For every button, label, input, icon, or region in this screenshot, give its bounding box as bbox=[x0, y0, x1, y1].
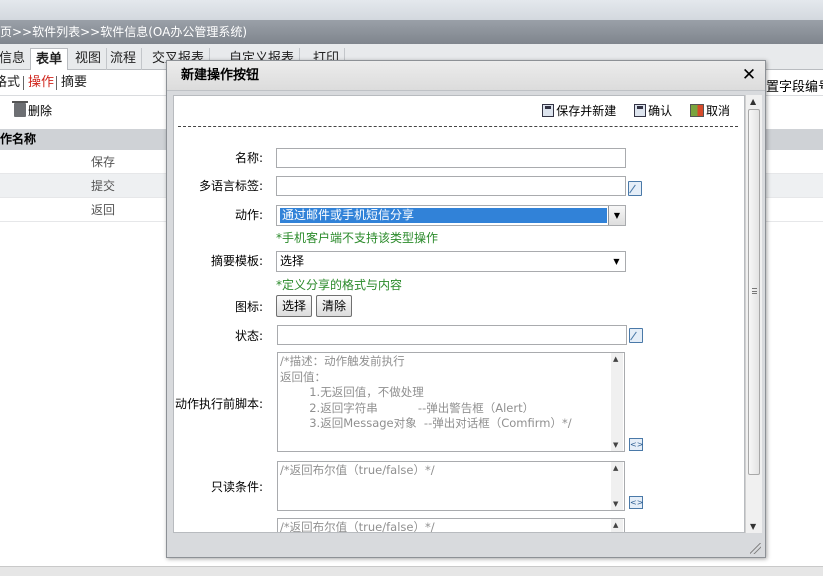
name-input[interactable] bbox=[276, 148, 626, 168]
cancel-button[interactable]: 取消 bbox=[689, 102, 730, 120]
name-label: 名称: bbox=[234, 151, 263, 165]
action-select[interactable]: 通过邮件或手机短信分享 ▼ bbox=[276, 205, 626, 226]
cancel-icon bbox=[689, 104, 704, 117]
summary-note: *定义分享的格式与内容 bbox=[276, 278, 403, 292]
chevron-down-icon[interactable]: ▼ bbox=[608, 206, 625, 225]
textarea-scrollbar[interactable]: ▲ ▼ bbox=[611, 462, 623, 510]
operation-name-cell: 保存 bbox=[91, 155, 116, 169]
chevron-down-icon[interactable]: ▼ bbox=[608, 252, 625, 271]
confirm-label: 确认 bbox=[648, 104, 673, 118]
tab-form[interactable]: 表单 bbox=[30, 48, 69, 71]
operation-name-cell: 提交 bbox=[91, 179, 116, 193]
dialog-title-text: 新建操作按钮 bbox=[181, 68, 260, 83]
save-and-new-button[interactable]: 保存并新建 bbox=[542, 102, 616, 120]
dialog-form: 保存并新建 确认 取消 名称: 多语言标签: 动作: 通过邮件或手机短信分享 ▼… bbox=[173, 95, 745, 533]
subtab-operation[interactable]: 操作 bbox=[28, 75, 54, 91]
status-bar bbox=[0, 566, 823, 576]
scrollbar-thumb[interactable] bbox=[748, 109, 760, 475]
resize-grip-icon[interactable] bbox=[750, 543, 761, 554]
edit-icon[interactable] bbox=[629, 328, 643, 343]
dialog-title: 新建操作按钮 bbox=[167, 61, 765, 91]
action-label: 动作: bbox=[234, 208, 263, 222]
subtab-summary[interactable]: 摘要 bbox=[61, 75, 87, 91]
tab-view[interactable]: 视图 bbox=[70, 48, 108, 70]
grip-icon bbox=[752, 288, 757, 294]
subtab-divider bbox=[23, 76, 24, 90]
operation-name-cell: 返回 bbox=[91, 203, 116, 217]
select-icon-button[interactable]: 选择 bbox=[276, 295, 313, 317]
state-label: 状态: bbox=[234, 329, 263, 343]
summary-template-value: 选择 bbox=[280, 254, 305, 268]
dialog-scrollbar[interactable]: ▲ ▼ bbox=[745, 95, 762, 533]
i18n-label: 多语言标签: bbox=[198, 179, 263, 193]
delete-button[interactable]: 删除 bbox=[12, 101, 53, 120]
breadcrumb-text: 页>>软件列表>>软件信息(OA办公管理系统) bbox=[0, 25, 248, 39]
icon-label: 图标: bbox=[234, 300, 263, 314]
tab-info[interactable]: 信息 bbox=[0, 48, 32, 70]
summary-template-label: 摘要模板: bbox=[210, 254, 263, 268]
column-operation-name: 作名称 bbox=[0, 132, 37, 146]
cancel-label: 取消 bbox=[705, 104, 730, 118]
edit-icon[interactable] bbox=[628, 181, 642, 196]
trash-icon bbox=[12, 101, 28, 117]
subtab-divider bbox=[56, 76, 57, 90]
save-icon bbox=[634, 104, 647, 117]
i18n-input[interactable] bbox=[276, 176, 626, 196]
breadcrumb: 页>>软件列表>>软件信息(OA办公管理系统) bbox=[0, 20, 823, 44]
textarea-scrollbar[interactable]: ▲ ▼ bbox=[611, 353, 623, 451]
textarea-scrollbar[interactable]: ▲ bbox=[611, 519, 623, 532]
readonly-label: 只读条件: bbox=[210, 480, 263, 494]
expand-icon[interactable]: <> bbox=[629, 496, 643, 509]
tab-flow[interactable]: 流程 bbox=[105, 48, 143, 70]
readonly-textarea[interactable]: /*返回布尔值（true/false）*/ bbox=[277, 461, 625, 511]
confirm-button[interactable]: 确认 bbox=[634, 102, 672, 120]
dialog-actions: 保存并新建 确认 取消 bbox=[528, 102, 730, 120]
divider bbox=[178, 126, 738, 127]
save-and-new-label: 保存并新建 bbox=[556, 104, 617, 118]
new-action-button-dialog: 新建操作按钮 ✕ 保存并新建 确认 取消 名称: 多语言标签: 动作: 通过邮件… bbox=[166, 60, 766, 558]
pre-script-textarea[interactable]: /*描述：动作触发前执行 返回值： 1.无返回值，不做处理 2.返回字符串 --… bbox=[277, 352, 625, 452]
summary-template-select[interactable]: 选择 ▼ bbox=[276, 251, 626, 272]
clear-icon-button[interactable]: 清除 bbox=[316, 295, 353, 317]
close-icon[interactable]: ✕ bbox=[741, 67, 757, 84]
action-select-value: 通过邮件或手机短信分享 bbox=[280, 208, 607, 223]
action-note: *手机客户端不支持该类型操作 bbox=[276, 231, 439, 245]
expand-icon[interactable]: <> bbox=[629, 438, 643, 451]
delete-label: 删除 bbox=[28, 104, 53, 118]
state-input[interactable] bbox=[277, 325, 627, 345]
subtab-format[interactable]: 格式 bbox=[0, 75, 20, 91]
window-top-strip bbox=[0, 0, 823, 20]
field-number-setting-label[interactable]: 置字段编号 bbox=[766, 76, 823, 95]
third-script-textarea[interactable]: /*返回布尔值（true/false）*/ bbox=[277, 518, 625, 532]
save-icon bbox=[542, 104, 555, 117]
pre-script-label: 动作执行前脚本: bbox=[174, 397, 263, 411]
